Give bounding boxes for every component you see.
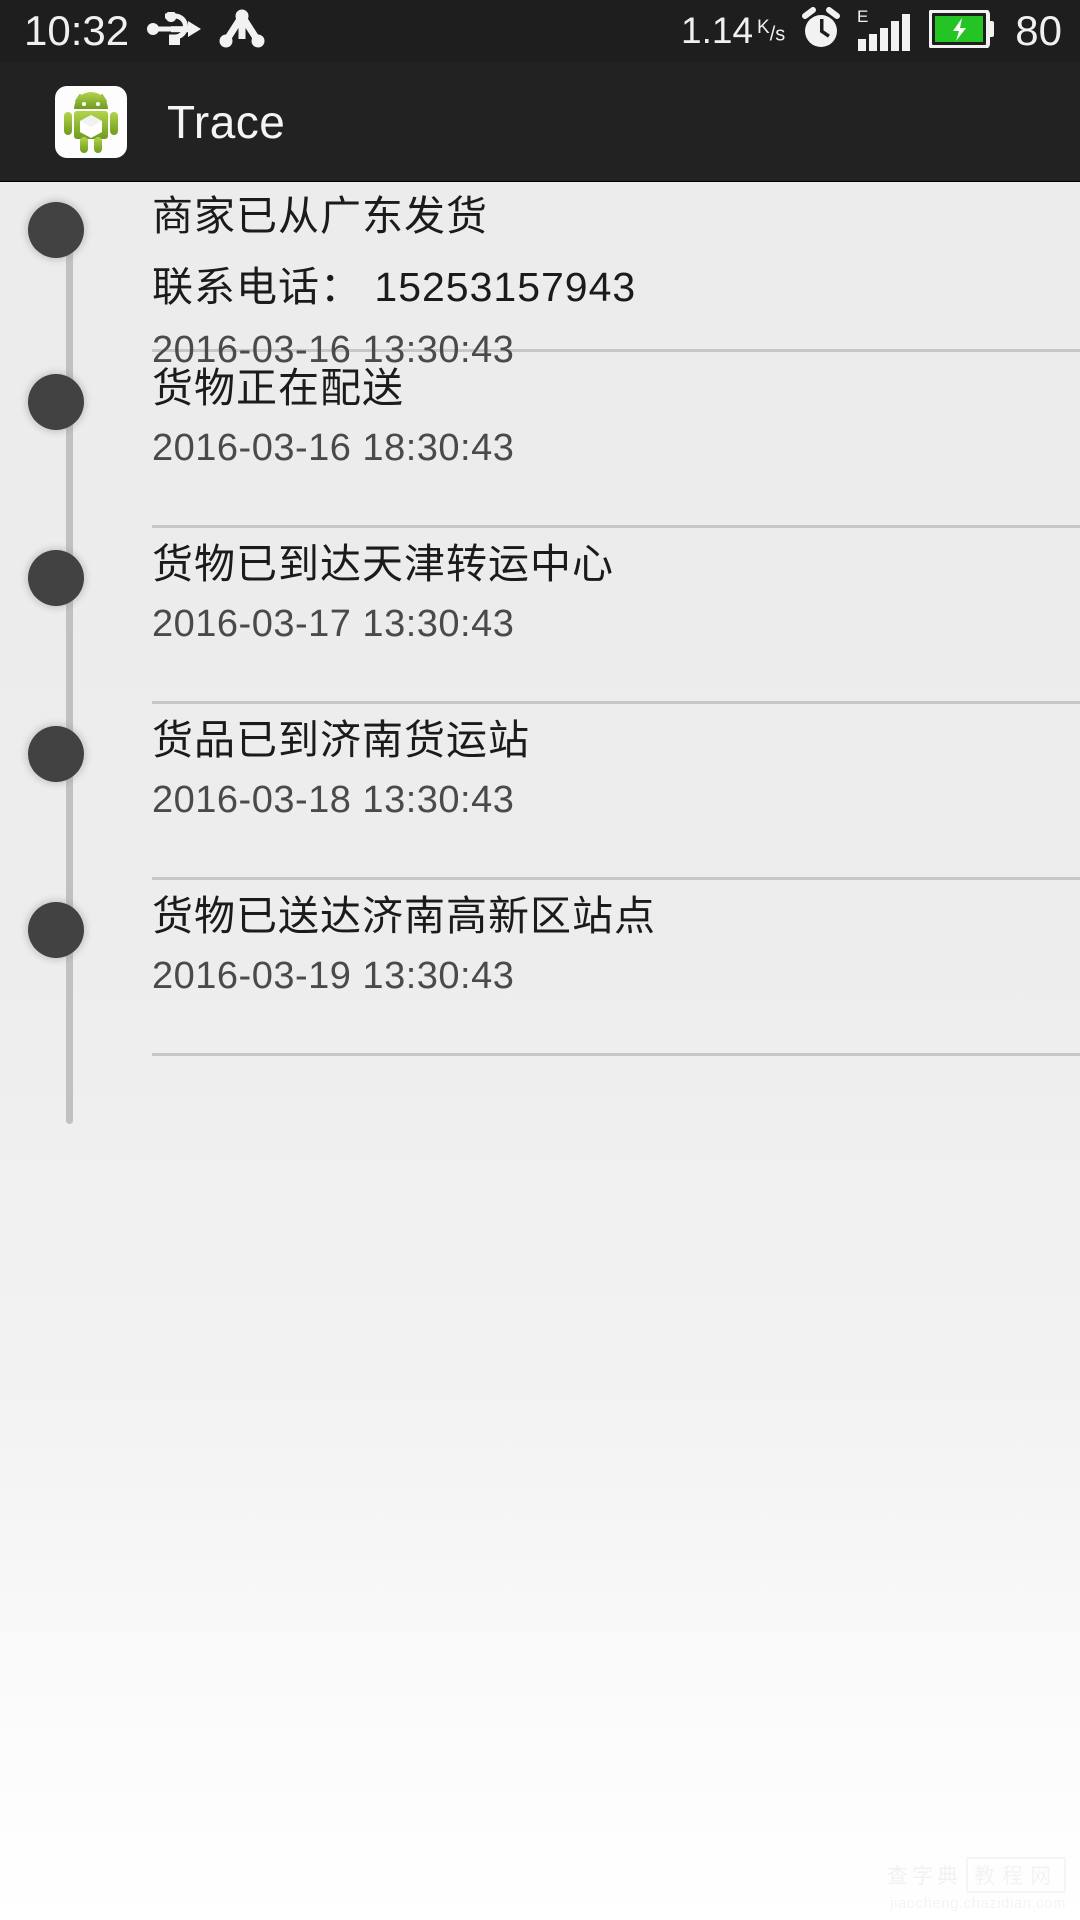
trace-item-body: 货物已送达济南高新区站点 2016-03-19 13:30:43 — [152, 880, 1080, 1056]
trace-item-title: 货物已送达济南高新区站点 — [152, 893, 656, 939]
trace-timeline: 商家已从广东发货 联系电话： 15253157943 2016-03-16 13… — [0, 182, 1080, 1124]
trace-item-time: 2016-03-17 13:30:43 — [152, 603, 515, 645]
watermark-brand-row: 查字典 教程网 — [887, 1857, 1066, 1893]
list-item[interactable]: 货品已到济南货运站 2016-03-18 13:30:43 — [0, 704, 1080, 880]
alarm-icon — [799, 6, 843, 56]
content-area: 商家已从广东发货 联系电话： 15253157943 2016-03-16 13… — [0, 182, 1080, 1920]
trace-item-title: 货品已到济南货运站 — [152, 717, 530, 763]
timeline-dot — [28, 726, 84, 782]
phone-screen: 10:32 1.14 K/s E 80 Trace 商家已从广东发货 联系电话：… — [0, 0, 1080, 1920]
page-title: Trace — [167, 95, 286, 148]
timeline-dot-column — [0, 704, 152, 880]
network-speed-unit: K/s — [757, 17, 786, 46]
watermark-brand-right: 教程网 — [966, 1857, 1066, 1893]
status-bar: 10:32 1.14 K/s E 80 — [0, 0, 1080, 62]
timeline-dot-column — [0, 880, 152, 1056]
android-robot-icon — [55, 85, 127, 158]
timeline-dot-column — [0, 352, 152, 528]
status-bar-right-group: 1.14 K/s E 80 — [681, 6, 1062, 57]
trace-item-time: 2016-03-19 13:30:43 — [152, 955, 515, 997]
trace-item-subtitle: 联系电话： 15253157943 — [152, 264, 637, 310]
list-item[interactable]: 货物正在配送 2016-03-16 18:30:43 — [0, 352, 1080, 528]
app-bar: Trace — [0, 62, 1080, 182]
network-speed-value: 1.14 — [681, 10, 754, 51]
trace-item-body: 货物正在配送 2016-03-16 18:30:43 — [152, 352, 1080, 528]
battery-charging-icon — [928, 8, 995, 53]
network-speed-unit-denominator: s — [775, 24, 786, 46]
list-item[interactable]: 货物已送达济南高新区站点 2016-03-19 13:30:43 — [0, 880, 1080, 1056]
trace-item-time: 2016-03-18 13:30:43 — [152, 779, 515, 821]
timeline-dot-column — [0, 182, 152, 352]
trace-item-title: 商家已从广东发货 — [152, 193, 488, 239]
trace-item-time: 2016-03-16 18:30:43 — [152, 427, 515, 469]
watermark-url: jiaocheng.chazidian.com — [890, 1895, 1066, 1912]
trace-item-title: 货物已到达天津转运中心 — [152, 541, 614, 587]
svg-text:E: E — [857, 7, 868, 26]
list-item[interactable]: 货物已到达天津转运中心 2016-03-17 13:30:43 — [0, 528, 1080, 704]
adb-icon — [219, 9, 265, 54]
timeline-dot — [28, 902, 84, 958]
signal-icon: E — [857, 6, 915, 57]
timeline-dot — [28, 550, 84, 606]
network-speed-unit-numerator: K — [757, 17, 770, 39]
watermark: 查字典 教程网 jiaocheng.chazidian.com — [887, 1857, 1066, 1912]
status-bar-left-group: 10:32 — [24, 9, 265, 54]
timeline-dot — [28, 374, 84, 430]
timeline-dot — [28, 202, 84, 258]
watermark-brand-left: 查字典 — [887, 1865, 962, 1888]
network-speed: 1.14 K/s — [681, 10, 785, 52]
trace-item-body: 货品已到济南货运站 2016-03-18 13:30:43 — [152, 704, 1080, 880]
list-item[interactable]: 商家已从广东发货 联系电话： 15253157943 2016-03-16 13… — [0, 182, 1080, 371]
trace-item-title: 货物正在配送 — [152, 365, 404, 411]
trace-item-body: 商家已从广东发货 联系电话： 15253157943 2016-03-16 13… — [152, 182, 1080, 371]
battery-percent-label: 80 — [1015, 7, 1062, 54]
trace-item-body: 货物已到达天津转运中心 2016-03-17 13:30:43 — [152, 528, 1080, 704]
usb-icon — [147, 10, 202, 51]
timeline-dot-column — [0, 528, 152, 704]
status-bar-clock: 10:32 — [24, 7, 130, 54]
